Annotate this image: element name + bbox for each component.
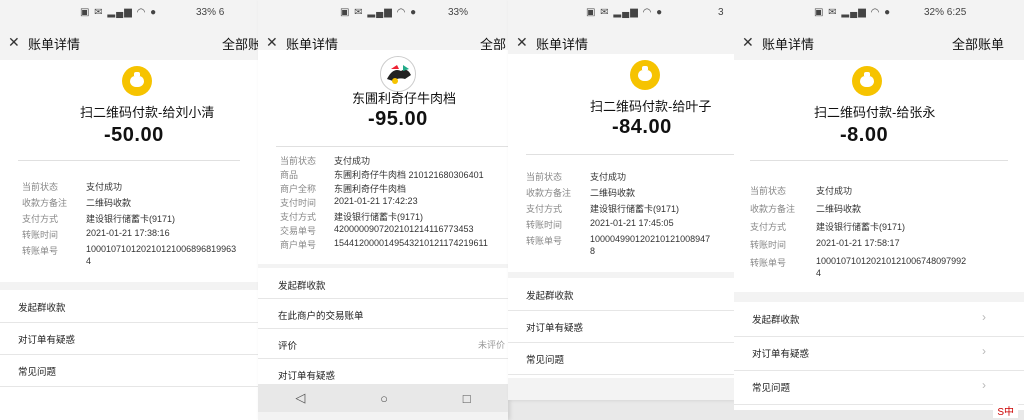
recent-square-icon[interactable]: □	[463, 391, 471, 406]
menu-item-faq[interactable]: 常见问题	[0, 354, 258, 387]
merchant-name: 东圃利奇仔牛肉档	[352, 91, 457, 106]
divider	[276, 146, 508, 147]
home-circle-icon[interactable]: ○	[380, 391, 388, 406]
close-icon[interactable]: ✕	[742, 34, 754, 51]
bill-actions-menu: 发起群收款 对订单有疑惑 常见问题	[0, 290, 258, 420]
status-bar: ▣ ✉ ▂▄▆ ◠ ● 3	[508, 0, 734, 26]
signal-wifi-icons: ▣ ✉ ▂▄▆ ◠ ●	[586, 7, 664, 18]
menu-item-group-collect[interactable]: 发起群收款	[258, 268, 508, 299]
close-icon[interactable]: ✕	[8, 34, 20, 51]
merchant-logo-icon	[381, 57, 415, 91]
status-battery: 33%	[448, 7, 469, 18]
amount: -95.00	[368, 108, 428, 130]
page-title: 账单详情	[28, 37, 81, 52]
close-icon[interactable]: ✕	[266, 34, 278, 51]
status-battery: 33% 6	[196, 7, 225, 18]
page-title: 账单详情	[536, 37, 589, 52]
android-nav-bar: ◁ ○ □	[258, 384, 508, 412]
bill-panel-1: ▣ ✉ ▂▄▆ ◠ ● 33% 6 ✕ 账单详情 全部账 扫二维码付款-给刘小清…	[0, 0, 258, 420]
bill-details: 当前状态 支付成功 收款方备注 二维码收款 支付方式 建设银行储蓄卡(9171) 转账…	[508, 154, 734, 272]
bill-summary: 扫二维码付款-给叶子 -84.00	[508, 54, 734, 154]
chevron-right-icon: ›	[982, 344, 986, 358]
status-bar: ▣ ✉ ▂▄▆ ◠ ● 33%	[258, 0, 508, 26]
amount: -8.00	[840, 124, 889, 146]
bill-details: 当前状态 支付成功 收款方备注 二维码收款 支付方式 建设银行储蓄卡(9171) 转账…	[734, 160, 1024, 292]
bill-details: 当前状态 支付成功 收款方备注 二维码收款 支付方式 建设银行储蓄卡(9171) 转账…	[0, 160, 258, 282]
chevron-right-icon: ›	[982, 378, 986, 392]
back-triangle-icon[interactable]: ◁	[295, 390, 305, 406]
bill-summary: 扫二维码付款-给张永 -8.00	[734, 60, 1024, 160]
status-battery: 32% 6:25	[924, 7, 967, 18]
status-bar: ▣ ✉ ▂▄▆ ◠ ● 32% 6:25	[734, 0, 1024, 26]
all-bills-link[interactable]: 全部账单	[952, 34, 1004, 53]
payee-name: 扫二维码付款-给刘小清	[80, 105, 215, 120]
bill-actions-menu: 发起群收款 在此商户的交易账单 评价 未评价 对订单有疑惑	[258, 268, 508, 392]
menu-item-faq[interactable]: 常见问题 ›	[734, 370, 1024, 405]
money-bag-icon	[852, 66, 882, 96]
divider	[526, 154, 734, 155]
divider	[750, 160, 1008, 161]
signal-wifi-icons: ▣ ✉ ▂▄▆ ◠ ●	[340, 7, 418, 18]
nav-bar: ✕ 账单详情 全部账单	[734, 26, 1024, 60]
amount: -50.00	[104, 124, 164, 146]
signal-wifi-icons: ▣ ✉ ▂▄▆ ◠ ●	[814, 7, 892, 18]
bill-summary: 东圃利奇仔牛肉档 -95.00	[258, 50, 508, 146]
divider	[18, 160, 240, 161]
chevron-right-icon: ›	[982, 310, 986, 324]
menu-item-order-question[interactable]: 对订单有疑惑	[0, 322, 258, 355]
ime-toolbar[interactable]: S中	[993, 402, 1018, 418]
close-icon[interactable]: ✕	[516, 34, 528, 51]
rating-status: 未评价	[478, 340, 506, 350]
menu-item-faq[interactable]: 常见问题	[508, 342, 734, 375]
menu-item-merchant-bills[interactable]: 在此商户的交易账单	[258, 298, 508, 329]
payee-name: 扫二维码付款-给张永	[814, 105, 936, 120]
money-bag-icon	[630, 60, 660, 90]
menu-item-group-collect[interactable]: 发起群收款	[508, 278, 734, 311]
payee-name: 扫二维码付款-给叶子	[590, 99, 712, 114]
bill-actions-menu: 发起群收款 对订单有疑惑 常见问题	[508, 278, 734, 378]
bill-panel-4: ▣ ✉ ▂▄▆ ◠ ● 32% 6:25 ✕ 账单详情 全部账单 扫二维码付款-…	[734, 0, 1024, 410]
money-bag-icon	[122, 66, 152, 96]
menu-item-order-question[interactable]: 对订单有疑惑 ›	[734, 336, 1024, 371]
bill-summary: 扫二维码付款-给刘小清 -50.00	[0, 60, 258, 160]
bill-actions-menu: 发起群收款 › 对订单有疑惑 › 常见问题 ›	[734, 302, 1024, 410]
ime-label: S中	[997, 406, 1014, 418]
menu-item-rate[interactable]: 评价 未评价	[258, 328, 508, 359]
menu-item-order-question[interactable]: 对订单有疑惑	[508, 310, 734, 343]
all-bills-link[interactable]: 全部账	[222, 34, 258, 53]
merchant-avatar	[380, 56, 416, 92]
status-battery: 3	[718, 7, 724, 18]
signal-wifi-icons: ▣ ✉ ▂▄▆ ◠ ●	[80, 7, 158, 18]
bill-panel-2: ▣ ✉ ▂▄▆ ◠ ● 33% ✕ 账单详情 全部 东圃利奇仔牛肉档 -95.0…	[258, 0, 508, 420]
amount: -84.00	[612, 116, 672, 138]
status-bar: ▣ ✉ ▂▄▆ ◠ ● 33% 6	[0, 0, 258, 26]
page-title: 账单详情	[762, 37, 815, 52]
bill-panel-3: ▣ ✉ ▂▄▆ ◠ ● 3 ✕ 账单详情 扫二维码付款-给叶子 -84.00 当…	[508, 0, 734, 400]
bill-details: 当前状态 支付成功 商品 东圃利奇仔牛肉档 210121680306401 商户全称…	[258, 146, 508, 264]
nav-bar: ✕ 账单详情 全部账	[0, 26, 258, 60]
menu-item-group-collect[interactable]: 发起群收款 ›	[734, 302, 1024, 337]
menu-item-group-collect[interactable]: 发起群收款	[0, 290, 258, 323]
